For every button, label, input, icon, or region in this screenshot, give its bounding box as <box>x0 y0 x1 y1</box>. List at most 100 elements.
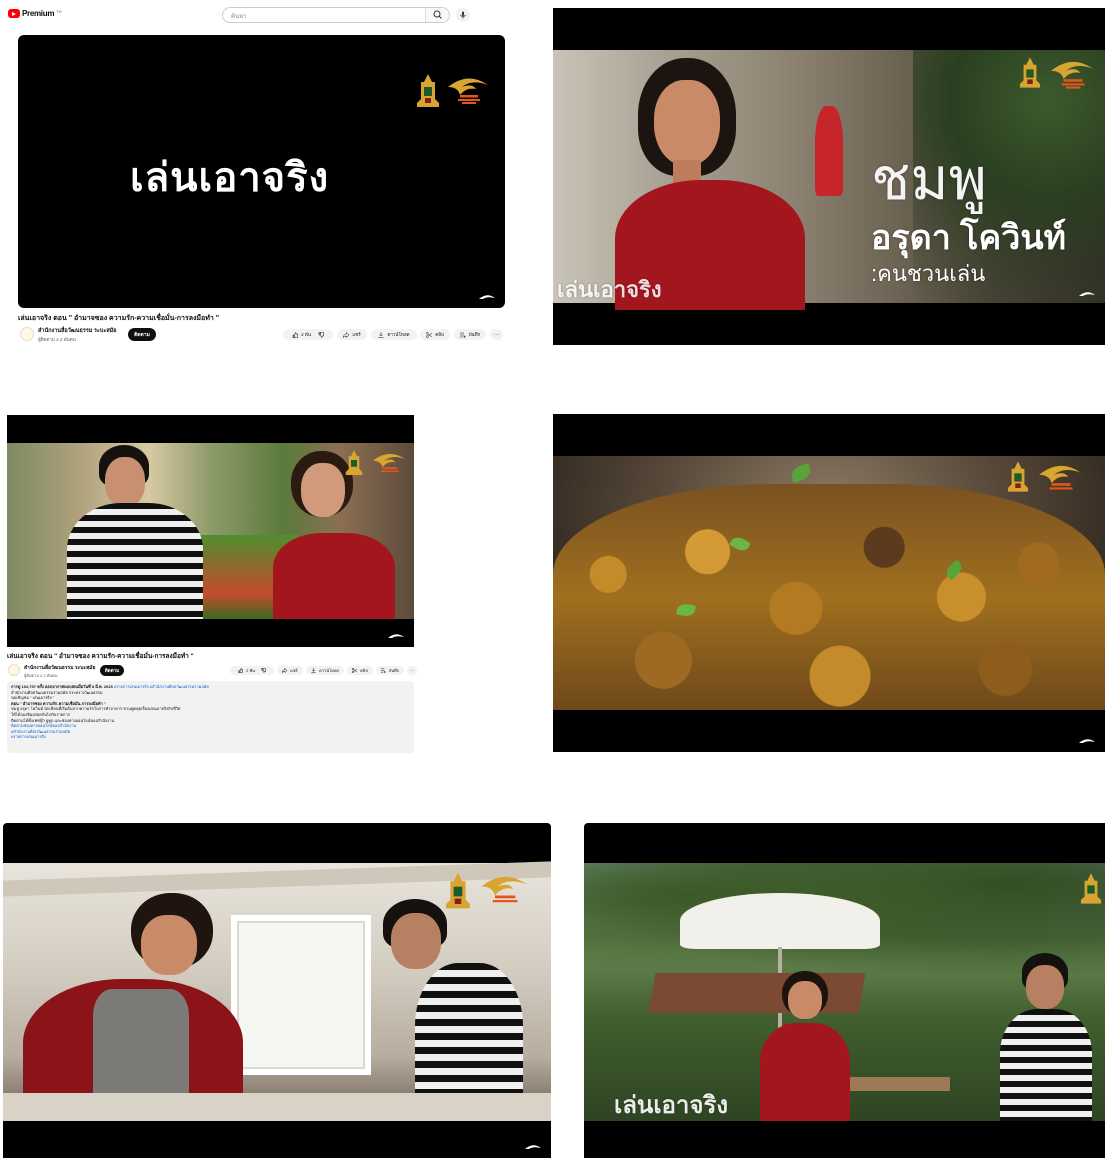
host-figure <box>373 899 523 1121</box>
like-count: 2 พัน <box>301 332 311 337</box>
subscribe-button[interactable]: ติดตาม <box>100 665 124 676</box>
panel-guest-introduction-frame: ชมพู อรุดา โควินท์ :คนชวนเล่น เล่นเอาจริ… <box>553 8 1105 345</box>
download-icon <box>311 668 316 673</box>
share-button[interactable]: แชร์ <box>337 329 367 340</box>
ministry-logo-icon <box>481 876 527 903</box>
corner-brand-icon <box>388 634 404 638</box>
guest-face <box>788 981 822 1019</box>
guest-figure <box>760 971 850 1121</box>
show-watermark: เล่นเอาจริง <box>557 277 662 302</box>
cafe-umbrella <box>680 893 880 949</box>
description-box[interactable]: การดู 102,797 ครั้ง ออกอากาศแบบสดเมื่อวั… <box>7 681 414 753</box>
guest-red-shirt <box>760 1023 850 1121</box>
video-title: เล่นเอาจริง ตอน " อำมาจซอง ความรัก-ความเ… <box>7 653 194 660</box>
host-figure <box>992 953 1092 1121</box>
corner-brand-icon <box>479 295 495 299</box>
like-button[interactable]: 2 พัน <box>283 329 333 340</box>
search-button[interactable] <box>425 8 449 22</box>
search-icon <box>433 10 442 19</box>
youtube-region-code: TH <box>56 9 62 14</box>
share-icon <box>282 668 288 673</box>
title-graphic-text: เล่นเอาจริง <box>130 156 330 200</box>
host-face <box>391 913 441 969</box>
save-button[interactable]: บันทึก <box>376 666 404 675</box>
clip-label: คลิป <box>360 668 368 673</box>
emblem-icon <box>345 450 363 475</box>
corner-brand-icon <box>525 1145 541 1149</box>
corner-brand-icon <box>1079 739 1095 743</box>
host-face <box>1026 965 1064 1009</box>
host-face <box>105 457 145 507</box>
like-count: 2 พัน <box>246 668 255 673</box>
youtube-premium-label: Premium <box>22 9 55 18</box>
description-link[interactable]: #รายการเล่นเอาจริง <box>11 734 410 740</box>
panel-youtube-watch-page: Premium TH ค้นหา เล่นเอาจริง เล่นเอาจริง… <box>0 0 520 352</box>
download-label: ดาวน์โหลด <box>319 668 339 673</box>
panel-description-page: เล่นเอาจริง ตอน " อำมาจซอง ความรัก-ความเ… <box>0 415 420 760</box>
emblem-icon <box>1019 57 1041 88</box>
host-striped-shirt <box>67 503 203 619</box>
emblem-icon <box>1080 873 1102 904</box>
channel-avatar[interactable] <box>8 664 20 676</box>
guest-face <box>301 463 345 517</box>
emblem-icon <box>417 74 439 107</box>
like-icon <box>238 668 244 673</box>
video-title: เล่นเอาจริง ตอน " อำมาจซอง ความรัก-ความเ… <box>18 315 220 322</box>
description-stats-text: การดู 102,797 ครั้ง ออกอากาศแบบสดเมื่อวั… <box>11 684 113 689</box>
kitchen-counter <box>3 1093 551 1121</box>
share-button[interactable]: แชร์ <box>277 666 303 675</box>
kitchen-window <box>231 915 371 1075</box>
more-button[interactable]: ··· <box>407 666 417 675</box>
save-label: บันทึก <box>468 332 481 337</box>
download-button[interactable]: ดาวน์โหลด <box>371 329 417 340</box>
emblem-icon <box>446 872 470 909</box>
subscribe-button[interactable]: ติดตาม <box>128 328 156 341</box>
save-icon <box>459 332 466 338</box>
like-icon <box>292 331 299 338</box>
subscriber-count: ผู้ติดตาม 4.2 พันคน <box>38 337 76 342</box>
share-label: แชร์ <box>352 332 361 337</box>
clip-icon <box>426 331 433 338</box>
download-label: ดาวน์โหลด <box>387 332 410 337</box>
video-player[interactable] <box>7 415 414 647</box>
ministry-logo-icon <box>372 453 406 473</box>
search-input[interactable]: ค้นหา <box>231 11 246 21</box>
channel-name[interactable]: สำนักงานสื่อวัฒนธรรม ระบะสมัย <box>24 664 95 672</box>
corner-brand-icon <box>1079 292 1095 296</box>
save-button[interactable]: บันทึก <box>454 329 486 340</box>
clip-button[interactable]: คลิป <box>347 666 373 675</box>
ministry-logo-icon <box>1051 61 1093 89</box>
guest-face <box>654 80 720 166</box>
panel-garden-frame: เล่นเอาจริง <box>584 823 1105 1158</box>
guest-role: :คนชวนเล่น <box>871 261 986 286</box>
video-player[interactable]: เล่นเอาจริง <box>18 35 505 308</box>
channel-avatar[interactable] <box>20 327 34 341</box>
panel-kitchen-frame <box>3 823 551 1158</box>
download-button[interactable]: ดาวน์โหลด <box>306 666 344 675</box>
save-label: บันทึก <box>388 668 400 673</box>
youtube-play-icon <box>8 9 20 18</box>
guest-figure <box>23 893 243 1121</box>
description-hashtags[interactable]: #รายการเล่นเอาจริง #สำนักงานศิลปวัฒนธรรม… <box>114 684 209 689</box>
ministry-logo-icon <box>448 78 488 104</box>
clip-label: คลิป <box>435 332 444 337</box>
more-button[interactable]: ··· <box>490 329 503 340</box>
channel-name[interactable]: สำนักงานสื่อวัฒนธรรม ระบะสมัย <box>38 327 117 335</box>
guest-face <box>141 915 197 975</box>
host-figure <box>63 443 223 619</box>
mic-icon <box>460 11 466 19</box>
search-box[interactable]: ค้นหา <box>222 7 450 23</box>
host-striped-shirt <box>1000 1009 1092 1121</box>
show-watermark: เล่นเอาจริง <box>614 1092 729 1119</box>
voice-search-button[interactable] <box>456 8 470 22</box>
panel-food-closeup-frame <box>553 414 1105 752</box>
guest-red-shirt <box>273 533 395 619</box>
title-graphic: เล่นเอาจริง <box>130 145 329 209</box>
save-icon <box>380 668 386 673</box>
subscriber-count: ผู้ติดตาม 4.2 พันคน <box>24 673 58 678</box>
like-button[interactable]: 2 พัน <box>230 666 274 675</box>
ministry-logo-icon <box>1039 465 1081 490</box>
youtube-logo[interactable]: Premium TH <box>8 9 61 18</box>
clip-button[interactable]: คลิป <box>420 329 450 340</box>
emblem-icon <box>1007 461 1029 492</box>
